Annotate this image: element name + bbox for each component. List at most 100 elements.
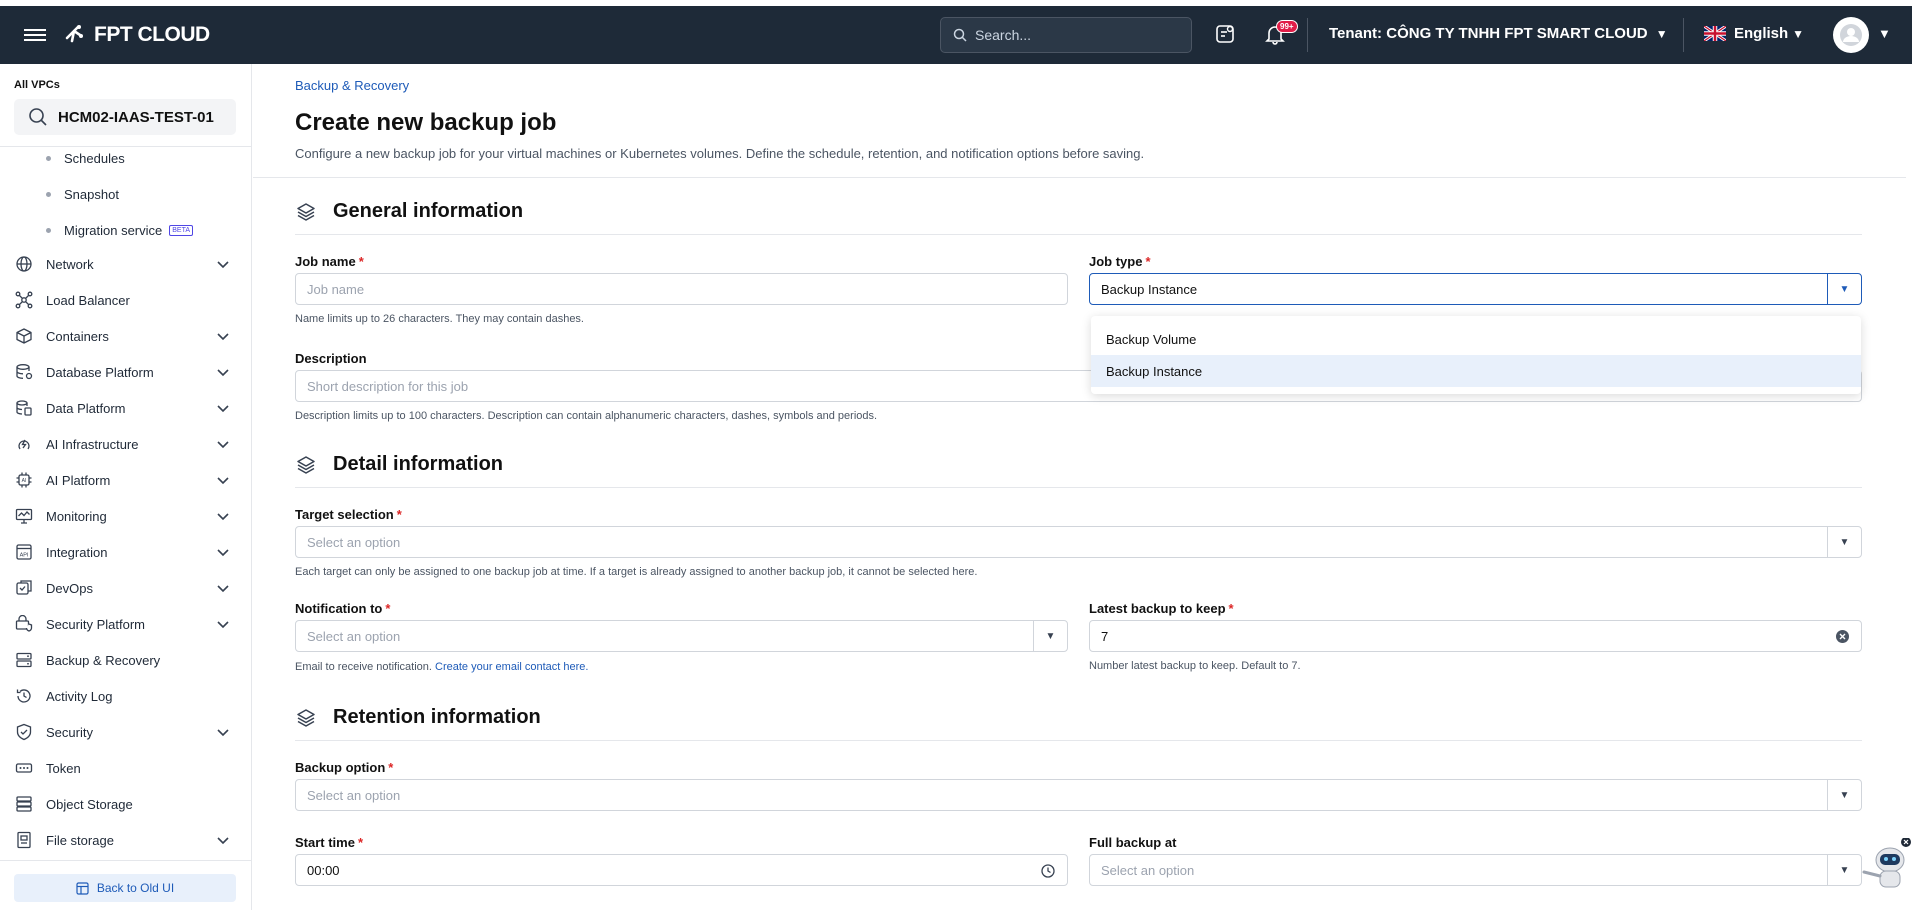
chevron-down-icon[interactable] <box>216 582 230 597</box>
chevron-down-icon[interactable] <box>216 330 230 345</box>
sidebar-item-security-platform[interactable]: Security Platform <box>14 610 236 638</box>
divider <box>295 740 1862 741</box>
database-icon <box>14 362 34 382</box>
divider <box>1683 18 1684 52</box>
sidebar-item-integration[interactable]: API Integration <box>14 538 236 566</box>
required-marker: * <box>358 254 364 269</box>
avatar[interactable] <box>1833 17 1869 53</box>
backup-option-placeholder: Select an option <box>307 787 401 803</box>
sidebar-subitem-migration-service[interactable]: Migration service BETA <box>46 223 194 238</box>
chevron-down-icon[interactable] <box>216 438 230 453</box>
job-name-input[interactable] <box>307 281 1067 297</box>
vpc-selected: HCM02-IAAS-TEST-01 <box>58 108 214 126</box>
chevron-down-icon[interactable] <box>216 258 230 273</box>
chevron-down-icon[interactable] <box>216 834 230 849</box>
search-input[interactable] <box>975 27 1175 43</box>
section-general-information: General information <box>295 200 523 223</box>
bullet <box>46 192 51 197</box>
clear-icon[interactable] <box>1836 630 1849 643</box>
chevron-down-icon[interactable] <box>216 510 230 525</box>
start-time-field[interactable]: 00:00 <box>295 854 1068 886</box>
sidebar-subitem-snapshot[interactable]: Snapshot <box>46 187 119 202</box>
scrollbar[interactable] <box>1906 70 1912 830</box>
notification-label: Notification to * <box>295 601 390 616</box>
search-icon <box>29 108 47 126</box>
task-list-icon[interactable] <box>1214 23 1238 47</box>
caret-down-icon[interactable]: ▼ <box>1878 26 1891 41</box>
sidebar-subitem-label: Schedules <box>64 151 125 166</box>
job-type-label: Job type * <box>1089 254 1151 269</box>
sidebar-item-data-platform[interactable]: Data Platform <box>14 394 236 422</box>
dropdown-arrow-icon[interactable]: ▼ <box>1827 274 1861 304</box>
globe-icon <box>14 254 34 274</box>
sidebar-item-label: Integration <box>46 544 108 560</box>
layers-icon <box>297 708 315 727</box>
sidebar-item-activity-log[interactable]: Activity Log <box>14 682 236 710</box>
sidebar-item-security[interactable]: Security <box>14 718 236 746</box>
logo[interactable]: FPT CLOUD <box>64 23 210 47</box>
search-icon <box>953 28 967 42</box>
sidebar-subitem-schedules[interactable]: Schedules <box>46 151 125 166</box>
sidebar-item-devops[interactable]: DevOps <box>14 574 236 602</box>
sidebar-item-label: Data Platform <box>46 400 126 416</box>
dropdown-arrow-icon[interactable]: ▼ <box>1827 855 1861 885</box>
target-selection-select[interactable]: Select an option ▼ <box>295 526 1862 558</box>
chevron-down-icon[interactable] <box>216 366 230 381</box>
job-name-field[interactable] <box>295 273 1068 305</box>
global-search[interactable] <box>940 17 1192 53</box>
dropdown-option-backup-instance[interactable]: Backup Instance <box>1091 355 1861 387</box>
chevron-down-icon[interactable] <box>216 726 230 741</box>
svg-text:AI: AI <box>22 478 27 484</box>
sidebar-item-network[interactable]: Network <box>14 250 236 278</box>
chat-assistant-robot-icon[interactable] <box>1858 837 1912 894</box>
chevron-down-icon[interactable] <box>216 402 230 417</box>
backup-option-label: Backup option * <box>295 760 393 775</box>
job-type-value: Backup Instance <box>1101 281 1198 297</box>
menu-icon[interactable] <box>24 26 46 44</box>
sidebar-item-backup-and-recovery[interactable]: Backup & Recovery <box>14 646 236 674</box>
chevron-down-icon[interactable] <box>216 474 230 489</box>
sidebar-item-object-storage[interactable]: Object Storage <box>14 790 236 818</box>
chevron-down-icon[interactable] <box>216 618 230 633</box>
dropdown-option-backup-volume[interactable]: Backup Volume <box>1091 323 1861 355</box>
top-navbar: FPT CLOUD 99+ Tenant: CÔNG TY TNHH FPT S… <box>0 6 1912 64</box>
vpc-selector[interactable]: HCM02-IAAS-TEST-01 <box>14 99 236 135</box>
sidebar-item-database-platform[interactable]: Database Platform <box>14 358 236 386</box>
language-selector[interactable]: English ▼ <box>1704 25 1804 42</box>
create-email-contact-link[interactable]: Create your email contact here. <box>435 661 588 673</box>
token-icon <box>14 758 34 778</box>
sidebar-item-ai-infrastructure[interactable]: AI Infrastructure <box>14 430 236 458</box>
sidebar-subitem-label: Migration service <box>64 223 163 238</box>
label-text: Notification to <box>295 601 383 616</box>
breadcrumb[interactable]: Backup & Recovery <box>295 78 409 93</box>
latest-backup-field[interactable]: 7 <box>1089 620 1862 652</box>
sidebar-item-token[interactable]: Token <box>14 754 236 782</box>
page-title: Create new backup job <box>295 109 557 136</box>
full-backup-select[interactable]: Select an option ▼ <box>1089 854 1862 886</box>
start-time-label: Start time * <box>295 835 363 850</box>
sidebar-item-file-storage[interactable]: File storage <box>14 826 236 854</box>
caret-down-icon: ▼ <box>1655 27 1668 41</box>
layers-icon <box>297 455 315 474</box>
notification-select[interactable]: Select an option ▼ <box>295 620 1068 652</box>
dropdown-arrow-icon[interactable]: ▼ <box>1033 621 1067 651</box>
clock-icon[interactable] <box>1041 864 1055 878</box>
sidebar-item-ai-platform[interactable]: AI AI Platform <box>14 466 236 494</box>
chevron-down-icon[interactable] <box>216 546 230 561</box>
divider <box>295 487 1862 488</box>
tenant-label: Tenant: <box>1329 25 1383 42</box>
notification-placeholder: Select an option <box>307 628 401 644</box>
job-type-select[interactable]: Backup Instance ▼ <box>1089 273 1862 305</box>
monitor-icon <box>14 506 34 526</box>
backup-option-select[interactable]: Select an option ▼ <box>295 779 1862 811</box>
sidebar-item-monitoring[interactable]: Monitoring <box>14 502 236 530</box>
notification-bell[interactable]: 99+ <box>1264 20 1298 47</box>
tenant-selector[interactable]: Tenant: CÔNG TY TNHH FPT SMART CLOUD ▼ <box>1329 25 1668 42</box>
language-label: English <box>1734 25 1789 42</box>
label-text: Job type <box>1089 254 1143 269</box>
sidebar-item-containers[interactable]: Containers <box>14 322 236 350</box>
dropdown-arrow-icon[interactable]: ▼ <box>1827 527 1861 557</box>
back-to-old-ui-button[interactable]: Back to Old UI <box>14 874 236 902</box>
dropdown-arrow-icon[interactable]: ▼ <box>1827 780 1861 810</box>
sidebar-item-load-balancer[interactable]: Load Balancer <box>14 286 236 314</box>
